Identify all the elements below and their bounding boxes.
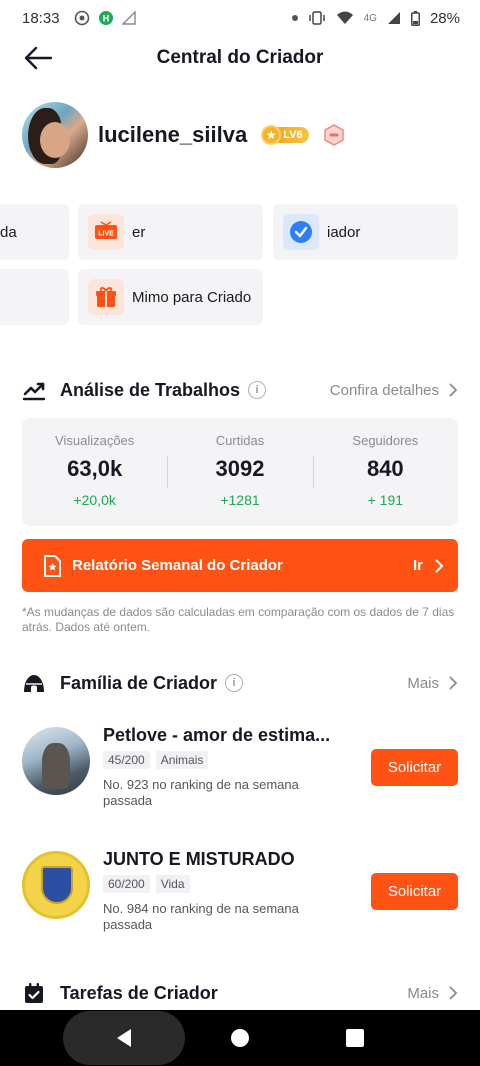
stat-delta: +20,0k	[73, 492, 116, 508]
tool-label: Mimo para Criado	[132, 288, 252, 306]
family-more-link[interactable]: Mais	[407, 675, 458, 692]
chevron-right-icon	[449, 676, 458, 690]
stat-followers: Seguidores 840 + 191	[312, 418, 458, 526]
stat-label: Curtidas	[215, 433, 265, 448]
family-section-header: Família de Criador i Mais	[22, 669, 458, 697]
app-notification-icon: H	[98, 11, 113, 25]
report-go-button[interactable]: Ir	[413, 557, 444, 574]
tool-card-gift[interactable]: Mimo para Criado	[78, 269, 263, 325]
stat-value: 840	[366, 456, 404, 481]
stat-label: Visualizações	[55, 433, 135, 448]
family-avatar[interactable]	[22, 851, 90, 919]
top-app-bar: Central do Criador	[0, 38, 480, 78]
member-count-tag: 45/200	[103, 751, 150, 769]
info-icon[interactable]: i	[248, 381, 267, 399]
stat-views: Visualizações 63,0k +20,0k	[22, 418, 167, 526]
family-item: JUNTO E MISTURADO 60/200 Vida No. 984 no…	[22, 849, 458, 949]
request-join-button[interactable]: Solicitar	[371, 749, 458, 786]
category-tag: Vida	[155, 875, 190, 893]
family-rank: No. 923 no ranking de na semana passada	[103, 777, 299, 808]
analysis-title: Análise de Trabalhos	[60, 379, 241, 400]
notification-dot-icon	[291, 15, 298, 21]
analysis-section-header: Análise de Trabalhos i Confira detalhes	[22, 376, 458, 404]
gift-icon	[88, 279, 124, 315]
family-name[interactable]: JUNTO E MISTURADO	[103, 849, 295, 870]
live-icon: LIVE	[88, 214, 124, 250]
go-label: Ir	[412, 557, 423, 574]
category-tag: Animais	[155, 751, 209, 769]
family-avatar[interactable]	[22, 727, 90, 795]
nav-back-button[interactable]	[63, 1011, 185, 1065]
family-title: Família de Criador	[60, 672, 218, 693]
analysis-stats-card[interactable]: Visualizações 63,0k +20,0k Curtidas 3092…	[22, 418, 458, 526]
family-item: Petlove - amor de estima... 45/200 Anima…	[22, 725, 458, 825]
rank-badge-icon[interactable]	[323, 124, 345, 146]
more-label: Mais	[407, 674, 439, 692]
battery-icon	[410, 10, 420, 26]
stat-delta: +1281	[220, 492, 260, 508]
stat-value: 3092	[215, 456, 265, 481]
creator-profile: lucilene_siilva ★ LV6	[22, 102, 345, 168]
network-type: 4G	[363, 12, 377, 24]
page-title: Central do Criador	[156, 47, 324, 68]
tasks-title: Tarefas de Criador	[60, 982, 218, 1003]
vibrate-icon	[308, 11, 325, 25]
nav-home-button[interactable]	[231, 1029, 249, 1047]
info-icon[interactable]: i	[225, 674, 244, 692]
tool-card-4[interactable]	[0, 269, 69, 325]
data-footnote: *As mudanças de dados são calculadas em …	[22, 605, 455, 634]
notification-icons: H	[74, 10, 136, 26]
back-button[interactable]	[22, 42, 54, 74]
triangle-back-icon	[117, 1029, 131, 1047]
cell-signal-icon	[387, 12, 400, 24]
analysis-details-link[interactable]: Confira detalhes	[330, 382, 458, 399]
signal-off-icon	[121, 11, 136, 25]
level-badge[interactable]: ★ LV6	[261, 124, 309, 146]
more-label: Mais	[407, 984, 439, 1002]
weekly-report-banner[interactable]: Relatório Semanal do Criador Ir	[22, 539, 458, 592]
svg-text:LIVE: LIVE	[98, 231, 114, 238]
igloo-icon	[22, 671, 46, 695]
media-icon	[74, 10, 89, 26]
report-document-icon	[44, 554, 61, 577]
family-rank: No. 984 no ranking de na semana passada	[103, 901, 299, 932]
family-name[interactable]: Petlove - amor de estima...	[103, 725, 330, 746]
family-tags: 60/200 Vida	[103, 875, 190, 893]
tool-card-1[interactable]: da	[0, 204, 69, 260]
details-label: Confira detalhes	[329, 381, 439, 399]
system-icons: 4G 28%	[291, 9, 460, 27]
chevron-right-icon	[449, 986, 458, 1000]
verified-check-icon	[283, 214, 319, 250]
battery-level: 28%	[429, 9, 460, 27]
weekly-report-title: Relatório Semanal do Criador	[72, 557, 283, 574]
tasks-section-header: Tarefas de Criador Mais	[22, 979, 458, 1007]
arrow-left-icon	[24, 46, 53, 70]
chevron-right-icon	[449, 383, 458, 397]
family-tags: 45/200 Animais	[103, 751, 209, 769]
tool-card-live[interactable]: LIVE er	[78, 204, 263, 260]
nav-recents-button[interactable]	[346, 1029, 364, 1047]
tasks-more-link[interactable]: Mais	[407, 985, 458, 1002]
chevron-right-icon	[435, 559, 444, 572]
request-join-button[interactable]: Solicitar	[371, 873, 458, 910]
svg-text:H: H	[102, 14, 109, 24]
username: lucilene_siilva	[98, 122, 248, 147]
system-navigation-bar	[0, 1010, 480, 1066]
stat-value: 63,0k	[67, 456, 123, 481]
trend-chart-icon	[22, 378, 46, 402]
avatar[interactable]	[22, 102, 88, 168]
tool-label: er	[132, 223, 146, 241]
calendar-check-icon	[22, 981, 46, 1005]
stat-label: Seguidores	[352, 433, 419, 448]
tool-card-verified[interactable]: iador	[273, 204, 458, 260]
status-time: 18:33	[22, 9, 60, 27]
status-bar: 18:33 H 4G 28%	[0, 0, 480, 36]
member-count-tag: 60/200	[103, 875, 150, 893]
tool-label: da	[0, 223, 17, 241]
tool-label: iador	[327, 223, 361, 241]
wifi-icon	[336, 11, 353, 24]
stat-likes: Curtidas 3092 +1281	[167, 418, 312, 526]
stat-delta: + 191	[367, 492, 404, 508]
